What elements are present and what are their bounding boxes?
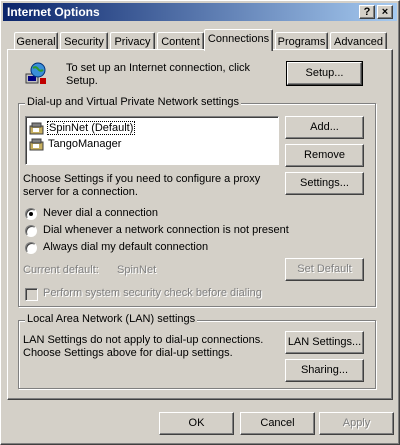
lan-text-line2: Choose Settings above for dial-up settin…: [23, 347, 233, 359]
lan-group-label: Local Area Network (LAN) settings: [25, 313, 198, 325]
setup-text-line1: To set up an Internet connection, click: [66, 62, 251, 74]
tab-connections[interactable]: Connections: [204, 29, 273, 51]
current-default-label: Current default:: [23, 264, 99, 276]
radio-always-dial[interactable]: [25, 242, 37, 254]
apply-button[interactable]: Apply: [319, 412, 394, 435]
radio-dial-whenever[interactable]: [25, 225, 37, 237]
lan-settings-button[interactable]: LAN Settings...: [285, 331, 364, 354]
option-never-dial-label[interactable]: Never dial a connection: [43, 207, 158, 219]
add-button[interactable]: Add...: [285, 116, 364, 139]
tab-advanced[interactable]: Advanced: [330, 32, 387, 50]
help-button[interactable]: ?: [359, 5, 375, 19]
setup-button[interactable]: Setup...: [286, 61, 363, 86]
dialup-group: Dial-up and Virtual Private Network sett…: [18, 96, 376, 307]
connections-list[interactable]: SpinNet (Default) TangoManager: [25, 116, 279, 165]
security-check-checkbox[interactable]: [25, 288, 38, 301]
tab-general[interactable]: General: [14, 32, 58, 50]
option-always-dial-label[interactable]: Always dial my default connection: [43, 241, 208, 253]
lan-group: Local Area Network (LAN) settings LAN Se…: [18, 313, 376, 389]
internet-connection-icon: [24, 62, 48, 86]
settings-text-line2: server for a connection.: [23, 186, 138, 198]
settings-text-line1: Choose Settings if you need to configure…: [23, 173, 261, 185]
security-check-label: Perform system security check before dia…: [43, 287, 262, 299]
dialup-connection-icon: [29, 138, 45, 151]
title-bar[interactable]: Internet Options ? ×: [3, 3, 397, 21]
sharing-button[interactable]: Sharing...: [285, 359, 364, 382]
connection-label: TangoManager: [48, 138, 122, 150]
tab-content[interactable]: Content: [157, 32, 204, 50]
tab-programs[interactable]: Programs: [275, 32, 328, 50]
tab-privacy[interactable]: Privacy: [110, 32, 155, 50]
tab-security[interactable]: Security: [60, 32, 108, 50]
lan-text-line1: LAN Settings do not apply to dial-up con…: [23, 334, 264, 346]
cancel-button[interactable]: Cancel: [240, 412, 315, 435]
setup-text-line2: Setup.: [66, 75, 98, 87]
set-default-button[interactable]: Set Default: [285, 258, 364, 281]
list-item[interactable]: TangoManager: [29, 136, 121, 152]
dialup-connection-icon: [29, 122, 45, 135]
connections-panel: To set up an Internet connection, click …: [7, 49, 393, 400]
option-dial-whenever-label[interactable]: Dial whenever a network connection is no…: [43, 224, 289, 236]
settings-button[interactable]: Settings...: [285, 172, 364, 195]
current-default-value: SpinNet: [117, 264, 157, 276]
dialup-group-label: Dial-up and Virtual Private Network sett…: [25, 96, 241, 108]
ok-button[interactable]: OK: [159, 412, 234, 435]
radio-never-dial[interactable]: [25, 208, 37, 220]
internet-options-dialog: Internet Options ? × General Security Pr…: [0, 0, 400, 445]
window-title: Internet Options: [7, 5, 100, 19]
close-button[interactable]: ×: [377, 5, 393, 19]
list-item[interactable]: SpinNet (Default): [29, 120, 136, 136]
connection-label: SpinNet (Default): [46, 121, 136, 135]
remove-button[interactable]: Remove: [285, 144, 364, 167]
